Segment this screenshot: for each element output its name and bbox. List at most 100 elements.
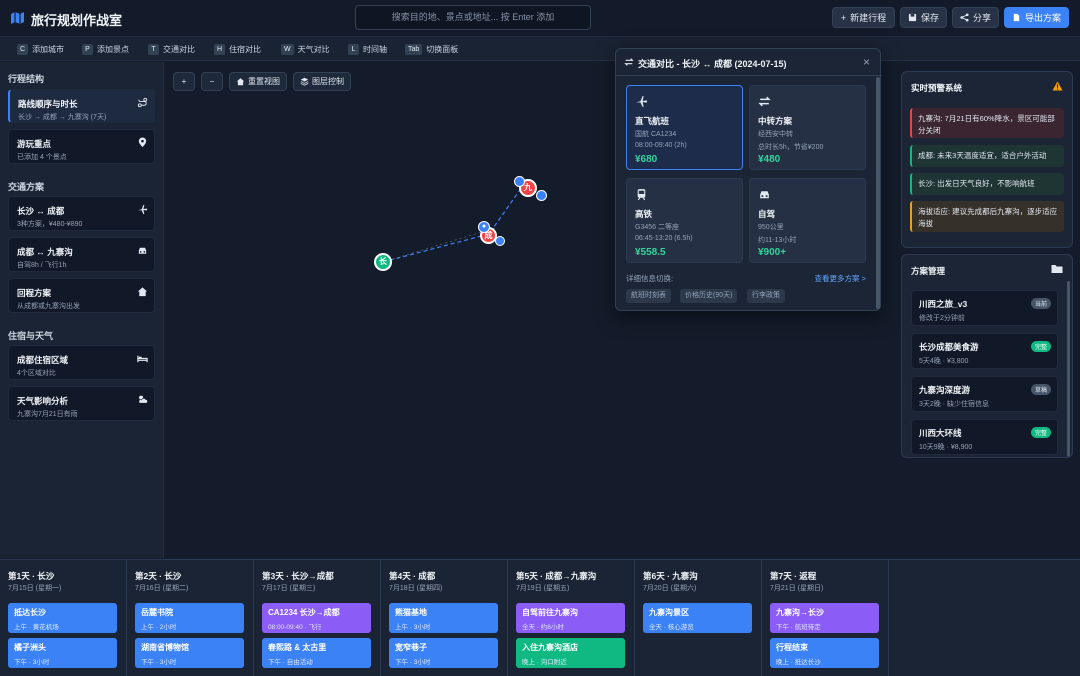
- timeline-event[interactable]: 入住九寨沟酒店 晚上 · 沟口附近: [516, 638, 625, 668]
- shortcut-weather[interactable]: W 天气对比: [281, 43, 330, 55]
- day-title: 第3天 · 长沙→成都: [262, 571, 334, 581]
- card-title: 成都 ↔ 九寨沟: [17, 247, 73, 257]
- day-column: 第3天 · 长沙→成都 7月17日 (星期三) CA1234 长沙→成都 08:0…: [254, 559, 381, 676]
- shortcut-timeline[interactable]: L 时间轴: [348, 43, 387, 55]
- event-name: 抵达长沙: [14, 608, 46, 617]
- timeline-event[interactable]: 春熙路 & 太古里 下午 · 自由活动: [262, 638, 371, 668]
- plan-item[interactable]: 长沙成都美食游 5天4晚 · ¥3,800 完整: [911, 333, 1058, 369]
- poi-food-icon[interactable]: [495, 236, 505, 246]
- export-label: 导出方案: [1024, 13, 1061, 23]
- transport-compare-popup: 交通对比 - 长沙 ↔ 成都 (2024-07-15) × 直飞航班 国航 CA…: [615, 48, 882, 311]
- option-detail: 经西安中转: [758, 131, 793, 138]
- day-column: 第6天 · 九寨沟 7月20日 (星期六) 九寨沟景区 全天 · 核心游览: [635, 559, 762, 676]
- card-highlights[interactable]: 游玩重点 已添加 4 个景点: [8, 129, 155, 164]
- option-name: 自驾: [758, 209, 776, 219]
- new-trip-button[interactable]: + 新建行程: [832, 7, 895, 28]
- event-name: 湖南省博物馆: [141, 643, 189, 652]
- plan-item[interactable]: 川西之旅_v3 修改于2分钟前 当前: [911, 290, 1058, 326]
- day-date: 7月19日 (星期五): [516, 585, 570, 592]
- plan-badge: 完整: [1030, 341, 1051, 352]
- option-price: ¥680: [635, 154, 658, 165]
- event-name: 九寨沟景区: [649, 608, 689, 617]
- plan-item[interactable]: 九寨沟深度游 3天2晚 · 缺少住宿信息 草稿: [911, 376, 1058, 412]
- event-sub: 上午 · 2小时: [141, 624, 177, 631]
- timeline-event[interactable]: 自驾前往九寨沟 全天 · 约8小时: [516, 603, 625, 633]
- option-direct-flight[interactable]: 直飞航班 国航 CA1234 08:00-09:40 (2h) ¥680: [626, 85, 743, 170]
- alert-item-success[interactable]: 长沙: 出发日天气良好，不影响航班: [910, 173, 1064, 195]
- plan-panel-title: 方案管理: [911, 266, 946, 276]
- shortcut-add-poi[interactable]: P 添加景点: [82, 43, 129, 55]
- card-hotel-area[interactable]: 成都住宿区域 4个区域对比: [8, 345, 155, 380]
- option-detail: 950公里: [758, 224, 784, 231]
- marker-changsha[interactable]: 长: [374, 253, 392, 271]
- event-sub: 上午 · 黄花机场: [14, 624, 59, 631]
- timeline-event[interactable]: 橘子洲头 下午 · 3小时: [8, 638, 117, 668]
- card-title: 回程方案: [17, 288, 52, 298]
- card-route-order[interactable]: 路线顺序与时长 长沙 → 成都 → 九寨沟 (7天): [8, 89, 155, 123]
- poi-lake-icon[interactable]: [536, 190, 547, 201]
- option-price: ¥558.5: [635, 247, 666, 258]
- poi-panda-icon[interactable]: ●: [478, 221, 490, 233]
- shortcut-hotel[interactable]: H 住宿对比: [214, 43, 261, 55]
- save-button[interactable]: 保存: [900, 7, 947, 28]
- plus-icon: +: [840, 12, 847, 23]
- shortcut-switch-panel[interactable]: Tab 切换面板: [405, 43, 458, 55]
- timeline-event[interactable]: 九寨沟→长沙 下午 · 航班待定: [770, 603, 879, 633]
- popup-scrollbar[interactable]: [876, 77, 880, 309]
- alert-item-success[interactable]: 成都: 未来3天温度适宜，适合户外活动: [910, 145, 1064, 167]
- event-sub: 上午 · 3小时: [395, 624, 431, 631]
- timeline-event[interactable]: 熊猫基地 上午 · 3小时: [389, 603, 498, 633]
- transfer-icon: [624, 58, 634, 66]
- plan-desc: 修改于2分钟前: [919, 315, 965, 322]
- chip-baggage-policy[interactable]: 行李政策: [747, 289, 785, 303]
- timeline-event[interactable]: 抵达长沙上午 · 黄花机场: [8, 603, 117, 633]
- option-name: 中转方案: [758, 116, 793, 126]
- option-self-drive[interactable]: 自驾 950公里 约11-13小时 ¥900+: [749, 178, 866, 263]
- chip-price-history[interactable]: 价格历史(90天): [680, 289, 738, 303]
- export-button[interactable]: 导出方案: [1004, 7, 1069, 28]
- detail-switch-label: 详细信息切换:: [626, 274, 674, 283]
- day-date: 7月16日 (星期二): [135, 585, 189, 592]
- poi-mountain-icon[interactable]: [514, 176, 525, 187]
- section-title: 交通方案: [8, 182, 45, 192]
- option-train[interactable]: 高铁 G3456 二等座 06:45-13:20 (6.5h) ¥558.5: [626, 178, 743, 263]
- timeline-event[interactable]: 岳麓书院 上午 · 2小时: [135, 603, 244, 633]
- shortcut-transport[interactable]: T 交通对比: [148, 43, 195, 55]
- share-label: 分享: [972, 13, 991, 23]
- card-cd-jzg[interactable]: 成都 ↔ 九寨沟 自驾8h / 飞行1h: [8, 237, 155, 272]
- plan-name: 川西之旅_v3: [919, 299, 968, 309]
- search-input[interactable]: 搜索目的地、景点或地址... 按 Enter 添加: [355, 5, 591, 30]
- more-options-link[interactable]: 查看更多方案 >: [815, 273, 866, 284]
- popup-close-button[interactable]: ×: [863, 55, 870, 69]
- timeline-event[interactable]: 行程结束 晚上 · 抵达长沙: [770, 638, 879, 668]
- card-cs-cd[interactable]: 长沙 ↔ 成都 3种方案，¥480-¥890: [8, 196, 155, 231]
- alert-item-warning[interactable]: 海拔适应: 建议先成都后九寨沟，逐步适应海拔: [910, 201, 1064, 232]
- card-weather[interactable]: 天气影响分析 九寨沟7月21日有雨: [8, 386, 155, 421]
- event-sub: 下午 · 3小时: [141, 659, 177, 666]
- card-return[interactable]: 回程方案 从成都或九寨沟出发: [8, 278, 155, 313]
- day-column: 第4天 · 成都 7月18日 (星期四) 熊猫基地 上午 · 3小时 宽窄巷子 下午…: [381, 559, 508, 676]
- option-transfer[interactable]: 中转方案 经西安中转 总时长5h，节省¥200 ¥480: [749, 85, 866, 170]
- timeline-event[interactable]: 宽窄巷子 下午 · 3小时: [389, 638, 498, 668]
- folder-icon[interactable]: [1051, 264, 1063, 274]
- day-date: 7月20日 (星期六): [643, 585, 697, 592]
- timeline-event[interactable]: 九寨沟景区 全天 · 核心游览: [643, 603, 752, 633]
- event-sub: 下午 · 航班待定: [776, 624, 821, 631]
- timeline-event[interactable]: 湖南省博物馆 下午 · 3小时: [135, 638, 244, 668]
- export-icon: [1013, 13, 1020, 22]
- plan-item[interactable]: 川西大环线 10天9晚 · ¥8,900 完整: [911, 419, 1058, 455]
- event-sub: 晚上 · 抵达长沙: [776, 659, 821, 666]
- chip-flight-schedule[interactable]: 航班时刻表: [626, 289, 671, 303]
- route-icon: [137, 97, 148, 108]
- share-button[interactable]: 分享: [952, 7, 999, 28]
- pin-icon: [138, 137, 147, 148]
- timeline-event[interactable]: CA1234 长沙→成都 08:00-09:40 · 飞行: [262, 603, 371, 633]
- shortcut-add-city[interactable]: C 添加城市: [17, 43, 64, 55]
- day-date: 7月17日 (星期三): [262, 585, 316, 592]
- day-title: 第6天 · 九寨沟: [643, 571, 698, 581]
- plan-name: 长沙成都美食游: [919, 342, 979, 352]
- plan-scrollbar[interactable]: [1067, 281, 1070, 457]
- alert-item-danger[interactable]: 九寨沟: 7月21日有60%降水，景区可能部分关闭: [910, 108, 1064, 138]
- day-date: 7月21日 (星期日): [770, 585, 824, 592]
- option-name: 高铁: [635, 209, 653, 219]
